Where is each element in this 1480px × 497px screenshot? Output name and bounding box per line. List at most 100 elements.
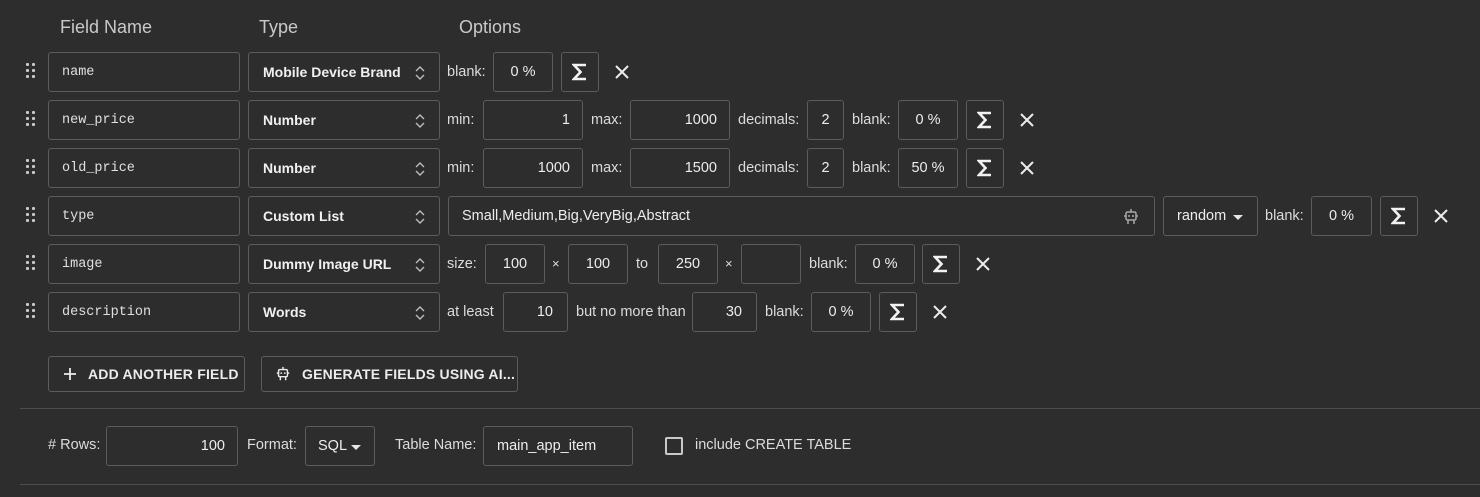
blank-input[interactable]: 0 %: [1311, 196, 1372, 236]
rows-input[interactable]: 100: [106, 426, 238, 466]
formula-button[interactable]: [561, 52, 599, 92]
generate-ai-label: GENERATE FIELDS USING AI...: [302, 366, 516, 382]
width-max-input[interactable]: 250: [658, 244, 718, 284]
max-input[interactable]: 1500: [630, 148, 730, 188]
at-least-input[interactable]: 10: [503, 292, 568, 332]
field-type-select[interactable]: Number: [248, 148, 440, 188]
min-label: min:: [447, 112, 475, 128]
blank-label: blank:: [809, 256, 848, 272]
plus-icon: [64, 368, 76, 380]
updown-icon: [415, 306, 425, 320]
close-icon[interactable]: [613, 63, 631, 81]
field-row-type: type Custom List Small,Medium,Big,VeryBi…: [0, 196, 1480, 236]
create-table-checkbox[interactable]: [665, 437, 683, 455]
custom-list-input[interactable]: Small,Medium,Big,VeryBig,Abstract: [448, 196, 1155, 236]
blank-input[interactable]: 50 %: [898, 148, 958, 188]
field-row-name: name Mobile Device Brand blank: 0 %: [0, 52, 1480, 92]
generate-ai-button[interactable]: GENERATE FIELDS USING AI...: [261, 356, 518, 392]
field-name-input[interactable]: new_price: [48, 100, 240, 140]
blank-input[interactable]: 0 %: [898, 100, 958, 140]
width-min-input[interactable]: 100: [485, 244, 545, 284]
field-row-image: image Dummy Image URL size: 100 × 100 to…: [0, 244, 1480, 284]
decimals-label: decimals:: [738, 112, 800, 128]
close-icon[interactable]: [1018, 159, 1036, 177]
blank-input[interactable]: 0 %: [493, 52, 553, 92]
updown-icon: [415, 162, 425, 176]
updown-icon: [415, 210, 425, 224]
close-icon[interactable]: [1018, 111, 1036, 129]
create-table-label: include CREATE TABLE: [695, 437, 852, 453]
field-row-new-price: new_price Number min: 1 max: 1000 decima…: [0, 100, 1480, 140]
close-icon[interactable]: [931, 303, 949, 321]
field-name-input[interactable]: description: [48, 292, 240, 332]
format-label: Format:: [247, 437, 297, 453]
close-icon[interactable]: [974, 255, 992, 273]
decimals-input[interactable]: 2: [807, 148, 844, 188]
min-label: min:: [447, 160, 475, 176]
blank-input[interactable]: 0 %: [855, 244, 915, 284]
blank-label: blank:: [852, 112, 891, 128]
formula-button[interactable]: [966, 100, 1004, 140]
formula-button[interactable]: [1380, 196, 1418, 236]
add-field-label: ADD ANOTHER FIELD: [88, 366, 239, 382]
height-max-input[interactable]: [741, 244, 801, 284]
order-label: random: [1177, 208, 1227, 224]
sigma-icon: [933, 255, 947, 273]
drag-handle-icon[interactable]: [25, 159, 37, 177]
sigma-icon: [890, 303, 904, 321]
min-input[interactable]: 1: [483, 100, 583, 140]
decimals-input[interactable]: 2: [807, 100, 844, 140]
rows-label: # Rows:: [48, 437, 101, 453]
field-name-input[interactable]: name: [48, 52, 240, 92]
decimals-label: decimals:: [738, 160, 800, 176]
order-select[interactable]: random: [1163, 196, 1258, 236]
field-type-select[interactable]: Dummy Image URL: [248, 244, 440, 284]
no-more-input[interactable]: 30: [692, 292, 757, 332]
field-type-select[interactable]: Words: [248, 292, 440, 332]
field-type-label: Dummy Image URL: [263, 256, 392, 272]
formula-button[interactable]: [879, 292, 917, 332]
drag-handle-icon[interactable]: [25, 111, 37, 129]
updown-icon: [415, 114, 425, 128]
field-type-select[interactable]: Number: [248, 100, 440, 140]
blank-label: blank:: [1265, 208, 1304, 224]
field-name-input[interactable]: image: [48, 244, 240, 284]
drag-handle-icon[interactable]: [25, 207, 37, 225]
field-name-input[interactable]: old_price: [48, 148, 240, 188]
sigma-icon: [977, 159, 991, 177]
drag-handle-icon[interactable]: [25, 63, 37, 81]
size-label: size:: [447, 256, 477, 272]
table-name-label: Table Name:: [395, 437, 477, 453]
updown-icon: [415, 66, 425, 80]
sigma-icon: [1391, 207, 1405, 225]
field-type-select[interactable]: Custom List: [248, 196, 440, 236]
robot-icon[interactable]: [1122, 208, 1140, 226]
drag-handle-icon[interactable]: [25, 255, 37, 273]
times-symbol: ×: [725, 256, 733, 271]
formula-button[interactable]: [922, 244, 960, 284]
format-select[interactable]: SQL: [305, 426, 375, 466]
sigma-icon: [572, 63, 586, 81]
no-more-label: but no more than: [576, 304, 686, 320]
field-type-select[interactable]: Mobile Device Brand: [248, 52, 440, 92]
times-symbol: ×: [552, 256, 560, 271]
robot-icon: [276, 366, 290, 381]
blank-label: blank:: [765, 304, 804, 320]
blank-input[interactable]: 0 %: [811, 292, 871, 332]
min-input[interactable]: 1000: [483, 148, 583, 188]
table-name-input[interactable]: main_app_item: [483, 426, 633, 466]
field-row-description: description Words at least 10 but no mor…: [0, 292, 1480, 332]
field-name-input[interactable]: type: [48, 196, 240, 236]
max-input[interactable]: 1000: [630, 100, 730, 140]
formula-button[interactable]: [966, 148, 1004, 188]
field-type-label: Custom List: [263, 208, 344, 224]
height-min-input[interactable]: 100: [568, 244, 628, 284]
drag-handle-icon[interactable]: [25, 303, 37, 321]
field-type-label: Number: [263, 160, 316, 176]
close-icon[interactable]: [1432, 207, 1450, 225]
caret-down-icon: [351, 445, 361, 450]
field-row-old-price: old_price Number min: 1000 max: 1500 dec…: [0, 148, 1480, 188]
field-type-label: Mobile Device Brand: [263, 64, 401, 80]
header-options: Options: [459, 17, 522, 37]
add-field-button[interactable]: ADD ANOTHER FIELD: [48, 356, 245, 392]
